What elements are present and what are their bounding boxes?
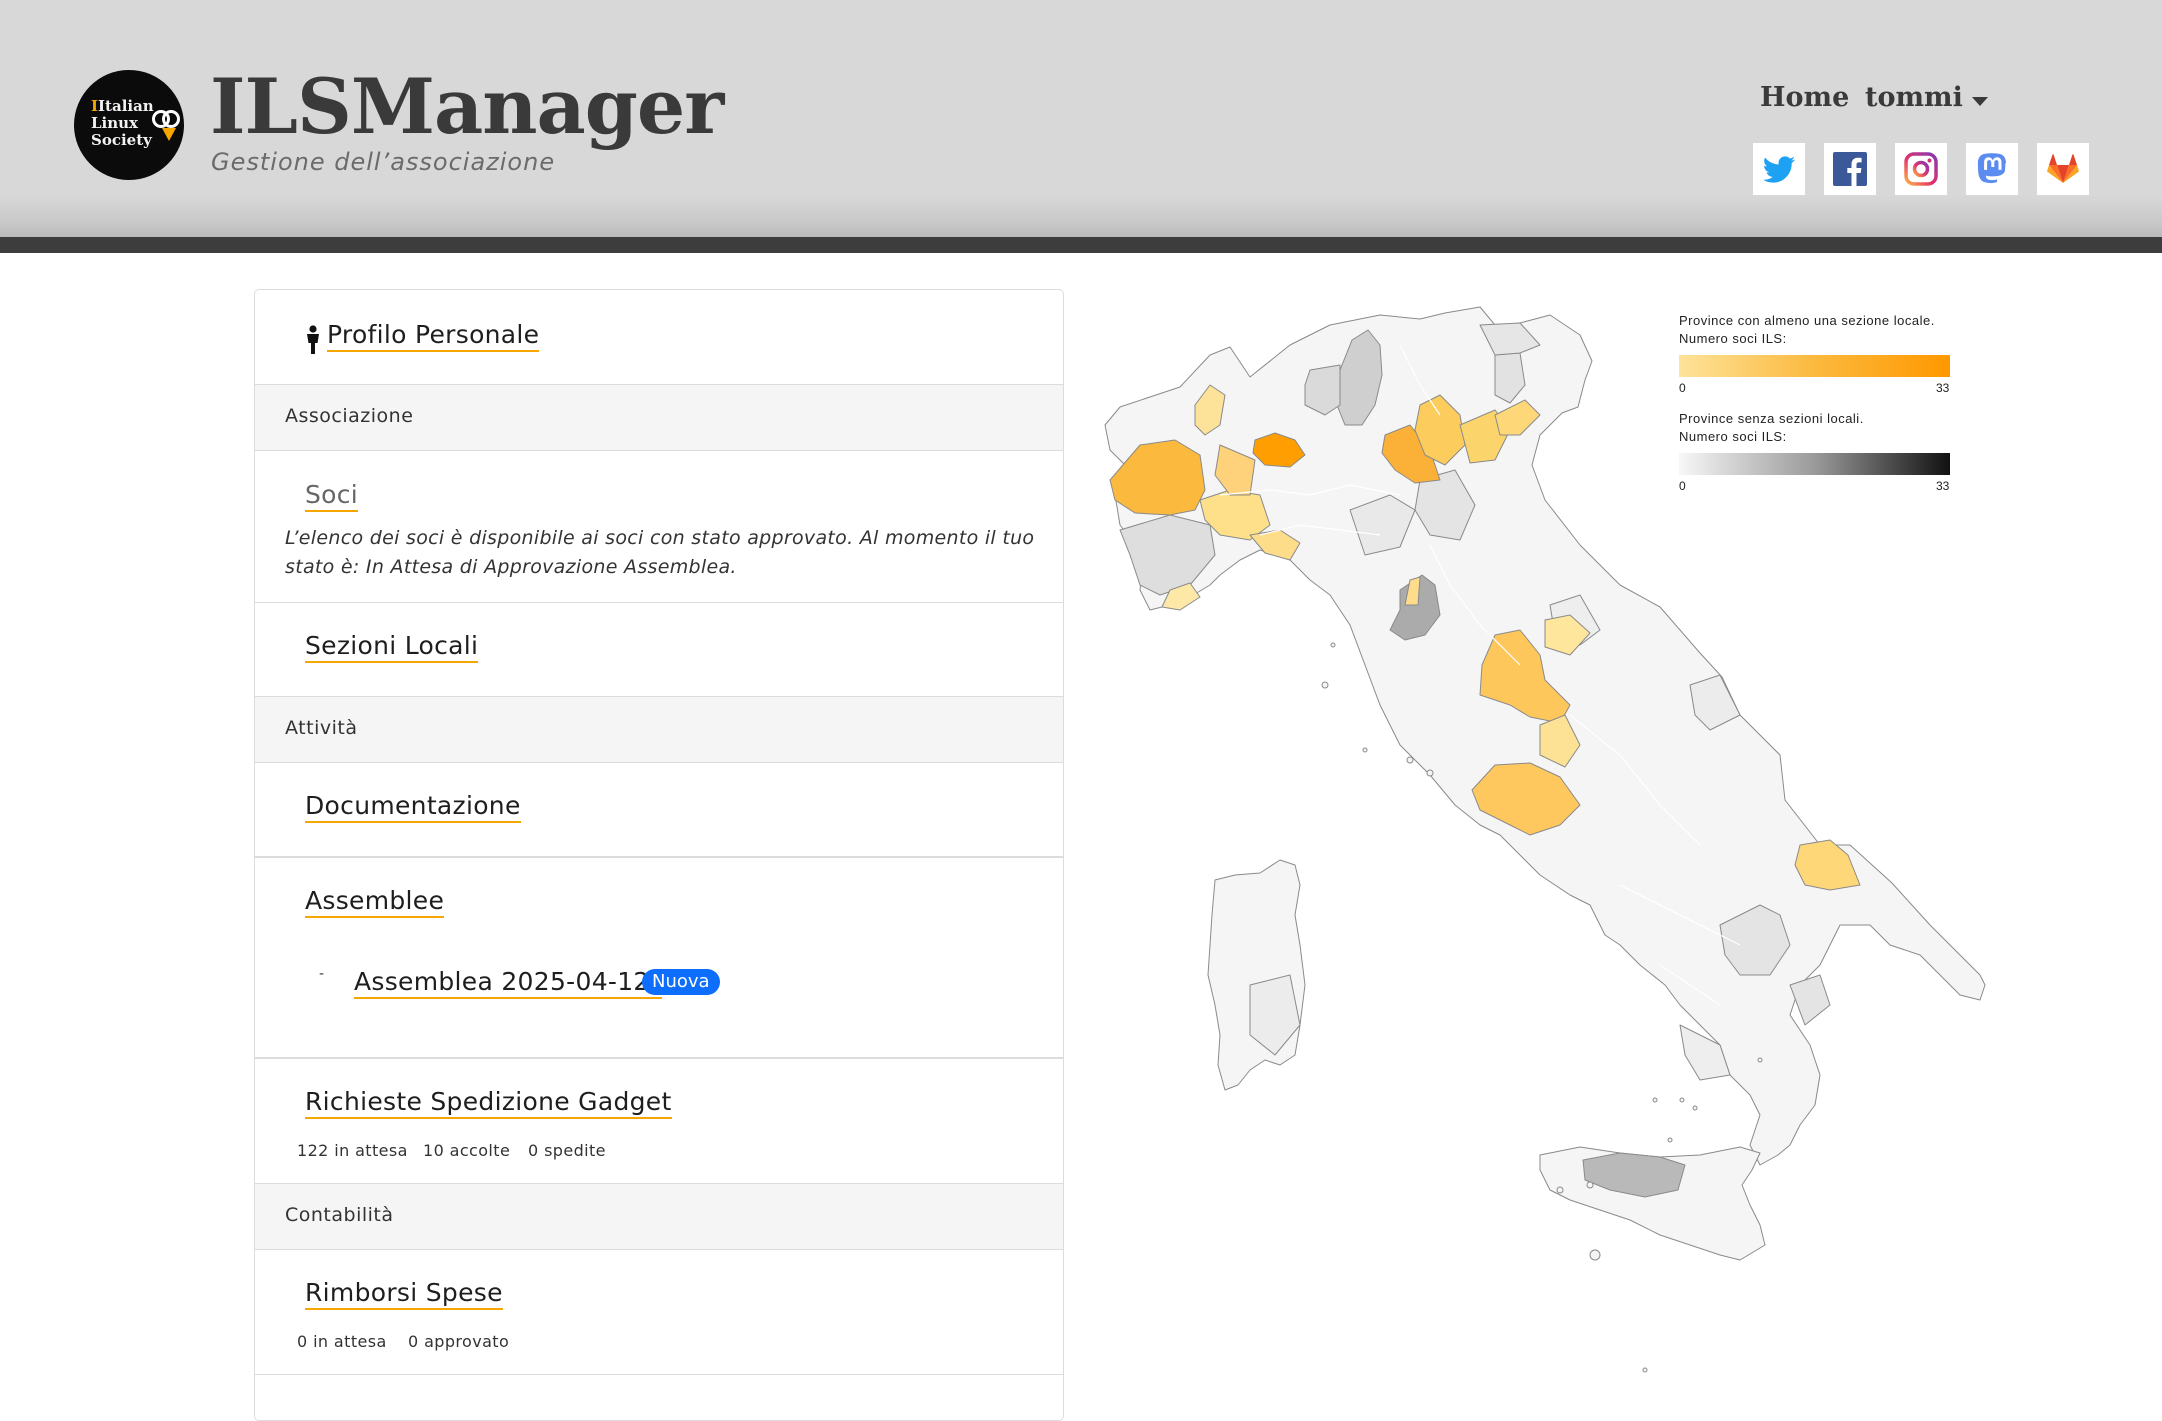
logo-eye-icon <box>162 110 180 128</box>
facebook-icon <box>1833 152 1867 186</box>
gadget-accepted-count: 10 accolte <box>423 1141 511 1160</box>
logo-beak-icon <box>162 128 176 141</box>
logo-line-society: Society <box>91 131 152 149</box>
legend-without-sections-subtitle: Numero soci ILS: <box>1679 429 1787 444</box>
list-bullet: - <box>319 966 325 982</box>
gitlab-icon <box>2047 154 2079 183</box>
person-icon <box>307 325 319 354</box>
rimborsi-pending-count: 0 in attesa <box>297 1332 387 1351</box>
province-gray <box>1789 974 1831 1026</box>
gadget-row: Richieste Spedizione Gadget 122 in attes… <box>255 1059 1063 1184</box>
assemblee-row: Assemblee - Assemblea 2025-04-12 Nuova <box>255 858 1063 1059</box>
soci-row: Soci L’elenco dei soci è disponibile ai … <box>255 451 1063 603</box>
logo-line-linux: Linux <box>91 114 138 132</box>
italy-members-map: Province con almeno una sezione locale. … <box>1100 285 2020 1395</box>
assemblee-link[interactable]: Assemblee <box>305 886 445 918</box>
legend-without-sections-title: Province senza sezioni locali. <box>1679 411 1864 426</box>
sidebar-panel: Profilo Personale Associazione Soci L’el… <box>254 289 1064 1421</box>
nav-home-link[interactable]: Home <box>1760 82 1849 113</box>
section-header-associazione: Associazione <box>255 385 1063 451</box>
logo-line-italian: IItalian <box>91 97 154 115</box>
gadget-shipped-count: 0 spedite <box>528 1141 606 1160</box>
mastodon-link[interactable] <box>1966 143 2018 195</box>
mastodon-icon <box>1977 153 2006 184</box>
header-divider <box>0 237 2162 253</box>
twitter-link[interactable] <box>1753 143 1805 195</box>
legend-gray-max: 33 <box>1936 479 1950 493</box>
soci-status-notice: L’elenco dei soci è disponibile ai soci … <box>285 527 1035 578</box>
province-gray <box>1304 364 1341 416</box>
gadget-requests-link[interactable]: Richieste Spedizione Gadget <box>305 1087 672 1119</box>
chevron-down-icon[interactable] <box>1972 97 1988 106</box>
profile-link[interactable]: Profilo Personale <box>327 320 540 352</box>
gadget-pending-count: 122 in attesa <box>297 1141 408 1160</box>
gitlab-link[interactable] <box>2037 143 2089 195</box>
new-badge: Nuova <box>642 969 720 995</box>
instagram-link[interactable] <box>1895 143 1947 195</box>
documentazione-row: Documentazione <box>255 763 1063 858</box>
legend-gray-scale <box>1679 453 1950 475</box>
legend-orange-min: 0 <box>1679 381 1686 395</box>
instagram-icon <box>1904 152 1938 186</box>
app-header: IItalian Linux Society ILSManager Gestio… <box>0 0 2162 237</box>
section-label-associazione: Associazione <box>285 405 414 427</box>
soci-link[interactable]: Soci <box>305 480 359 512</box>
legend-with-sections-subtitle: Numero soci ILS: <box>1679 331 1787 346</box>
section-header-contabilita: Contabilità <box>255 1184 1063 1250</box>
section-label-attivita: Attività <box>285 717 358 739</box>
facebook-link[interactable] <box>1824 143 1876 195</box>
italy-map-svg <box>1104 306 1986 1373</box>
section-header-attivita: Attività <box>255 697 1063 763</box>
assemblea-item-link[interactable]: Assemblea 2025-04-12 <box>354 967 662 999</box>
section-label-contabilita: Contabilità <box>285 1204 394 1226</box>
legend-orange-scale <box>1679 355 1950 377</box>
legend-gray-min: 0 <box>1679 479 1686 493</box>
app-title[interactable]: ILSManager <box>210 62 724 152</box>
rimborsi-spese-link[interactable]: Rimborsi Spese <box>305 1278 503 1310</box>
ils-logo[interactable]: IItalian Linux Society <box>74 70 184 180</box>
sezioni-row: Sezioni Locali <box>255 603 1063 697</box>
rimborsi-approved-count: 0 approvato <box>408 1332 510 1351</box>
sezioni-locali-link[interactable]: Sezioni Locali <box>305 631 479 663</box>
twitter-icon <box>1762 156 1795 183</box>
app-subtitle: Gestione dell’associazione <box>211 148 556 176</box>
documentazione-link[interactable]: Documentazione <box>305 791 521 823</box>
legend-orange-max: 33 <box>1936 381 1950 395</box>
profile-row: Profilo Personale <box>255 290 1063 385</box>
user-menu-toggle[interactable]: tommi <box>1865 82 1963 113</box>
rimborsi-row: Rimborsi Spese 0 in attesa 0 approvato <box>255 1250 1063 1375</box>
legend-with-sections-title: Province con almeno una sezione locale. <box>1679 313 1935 328</box>
